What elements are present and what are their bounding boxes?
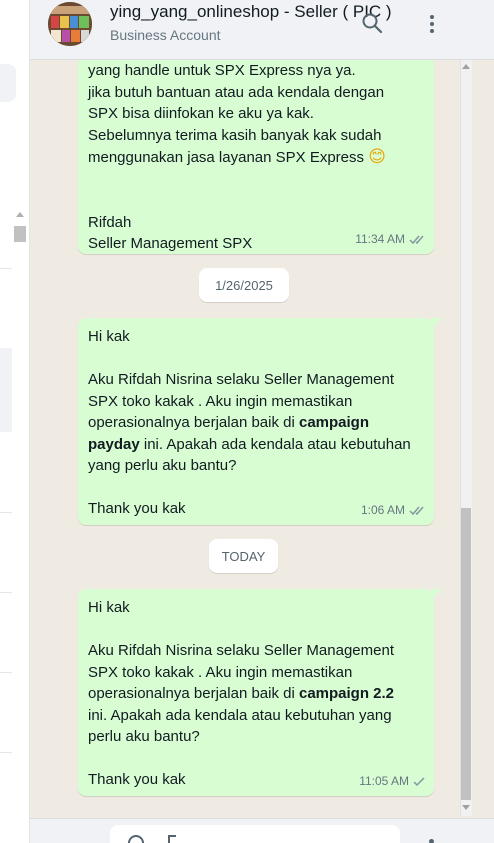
message-line-blank <box>88 169 424 191</box>
message-bold-text: payday <box>88 435 140 453</box>
chat-list-scrollbar-thumb[interactable] <box>14 226 26 242</box>
chat-list-divider <box>0 592 12 593</box>
message-line: operasionalnya berjalan baik di campaign… <box>88 683 424 705</box>
bubble-tail <box>432 589 442 599</box>
message-line: menggunakan jasa layanan SPX Express 😊 <box>88 146 424 169</box>
message-composer <box>30 818 494 843</box>
message-bold-text: campaign 2.2 <box>298 685 395 702</box>
message-line: perlu aku bantu? <box>88 728 200 745</box>
message-line-blank <box>88 190 424 212</box>
message-line: SPX toko kakak . Aku ingin memastikan <box>88 663 353 681</box>
text-cursor-icon <box>168 835 176 843</box>
conversation-scrollbar-thumb[interactable] <box>461 508 471 800</box>
contact-subtitle: Business Account <box>110 27 221 43</box>
message-line: SPX bisa diinfokan ke aku ya kak. <box>88 105 314 122</box>
search-icon[interactable] <box>361 12 383 34</box>
double-check-icon <box>409 235 424 244</box>
message-line: Hi kak <box>88 599 130 616</box>
message-bubble-outgoing[interactable]: Hi kak Aku Rifdah Nisrina selaku Seller … <box>78 318 442 525</box>
message-line: jika butuh bantuan atau ada kendala deng… <box>88 83 385 101</box>
menu-icon[interactable] <box>422 12 442 36</box>
message-line: yang handle untuk SPX Express nya ya. <box>88 62 356 79</box>
date-separator: TODAY <box>209 539 278 573</box>
message-line-blank <box>88 348 424 370</box>
bubble-tail <box>432 318 442 328</box>
message-time: 11:34 AM <box>355 231 405 246</box>
scroll-down-arrow[interactable] <box>462 805 470 810</box>
message-meta: 11:05 AM <box>359 771 426 793</box>
message-input[interactable] <box>110 825 400 843</box>
chat-list-scroll-up-arrow[interactable] <box>16 212 24 217</box>
message-line-text: operasionalnya berjalan baik di <box>88 685 299 702</box>
message-line-blank <box>88 619 424 641</box>
message-text: Hi kak Aku Rifdah Nisrina selaku Seller … <box>88 597 424 791</box>
scroll-up-arrow[interactable] <box>462 64 470 69</box>
message-line-text: menggunakan jasa layanan SPX Express <box>88 149 369 166</box>
message-line: SPX toko kakak . Aku ingin memastikan <box>88 392 353 410</box>
check-icon <box>413 777 425 786</box>
chat-list-divider <box>0 268 12 269</box>
chat-list-divider <box>0 752 12 753</box>
message-line: yang perlu aku bantu? <box>88 457 237 474</box>
chat-list-divider <box>0 672 12 673</box>
message-text: yang handle untuk SPX Express nya ya. ji… <box>88 48 424 255</box>
message-line: Hi kak <box>88 328 130 345</box>
double-check-icon <box>409 506 424 515</box>
contact-name[interactable]: ying_yang_onlineshop - Seller ( PIC ) <box>110 2 392 22</box>
message-line: ini. Apakah ada kendala atau kebutuhan y… <box>88 706 392 724</box>
message-bubble-outgoing[interactable]: yang handle untuk SPX Express nya ya. ji… <box>78 40 434 254</box>
chat-list-divider <box>0 512 12 513</box>
conversation-header[interactable]: ying_yang_onlineshop - Seller ( PIC ) Bu… <box>30 0 494 60</box>
message-time: 11:05 AM <box>359 773 409 788</box>
message-line-text: operasionalnya berjalan baik di <box>88 414 299 431</box>
chat-list-item-selected[interactable] <box>0 348 12 432</box>
message-meta: 1:06 AM <box>361 500 426 522</box>
message-bold-text: campaign <box>298 414 370 431</box>
message-line-text: ini. Apakah ada kendala atau kebutuhan <box>139 435 411 453</box>
message-line: payday ini. Apakah ada kendala atau kebu… <box>88 434 424 456</box>
chat-list-panel <box>0 0 30 843</box>
message-line-blank <box>88 748 424 770</box>
message-line: operasionalnya berjalan baik di campaign <box>88 412 424 434</box>
message-time: 1:06 AM <box>360 502 405 517</box>
avatar[interactable] <box>48 2 92 46</box>
chat-list-search-bar[interactable] <box>0 64 16 102</box>
message-line: Aku Rifdah Nisrina selaku Seller Managem… <box>88 371 394 388</box>
message-meta: 11:34 AM <box>355 229 426 251</box>
message-line-blank <box>88 477 424 499</box>
menu-dot-icon[interactable] <box>429 839 434 843</box>
message-bubble-outgoing[interactable]: Hi kak Aku Rifdah Nisrina selaku Seller … <box>78 589 442 796</box>
message-text: Hi kak Aku Rifdah Nisrina selaku Seller … <box>88 326 424 520</box>
smiling-face-emoji-icon: 😊 <box>368 147 386 166</box>
message-line: Aku Rifdah Nisrina selaku Seller Managem… <box>88 642 394 659</box>
date-separator: 1/26/2025 <box>199 268 289 302</box>
conversation-panel: yang handle untuk SPX Express nya ya. ji… <box>30 0 494 843</box>
message-line: Sebelumnya terima kasih banyak kak sudah <box>88 126 382 144</box>
